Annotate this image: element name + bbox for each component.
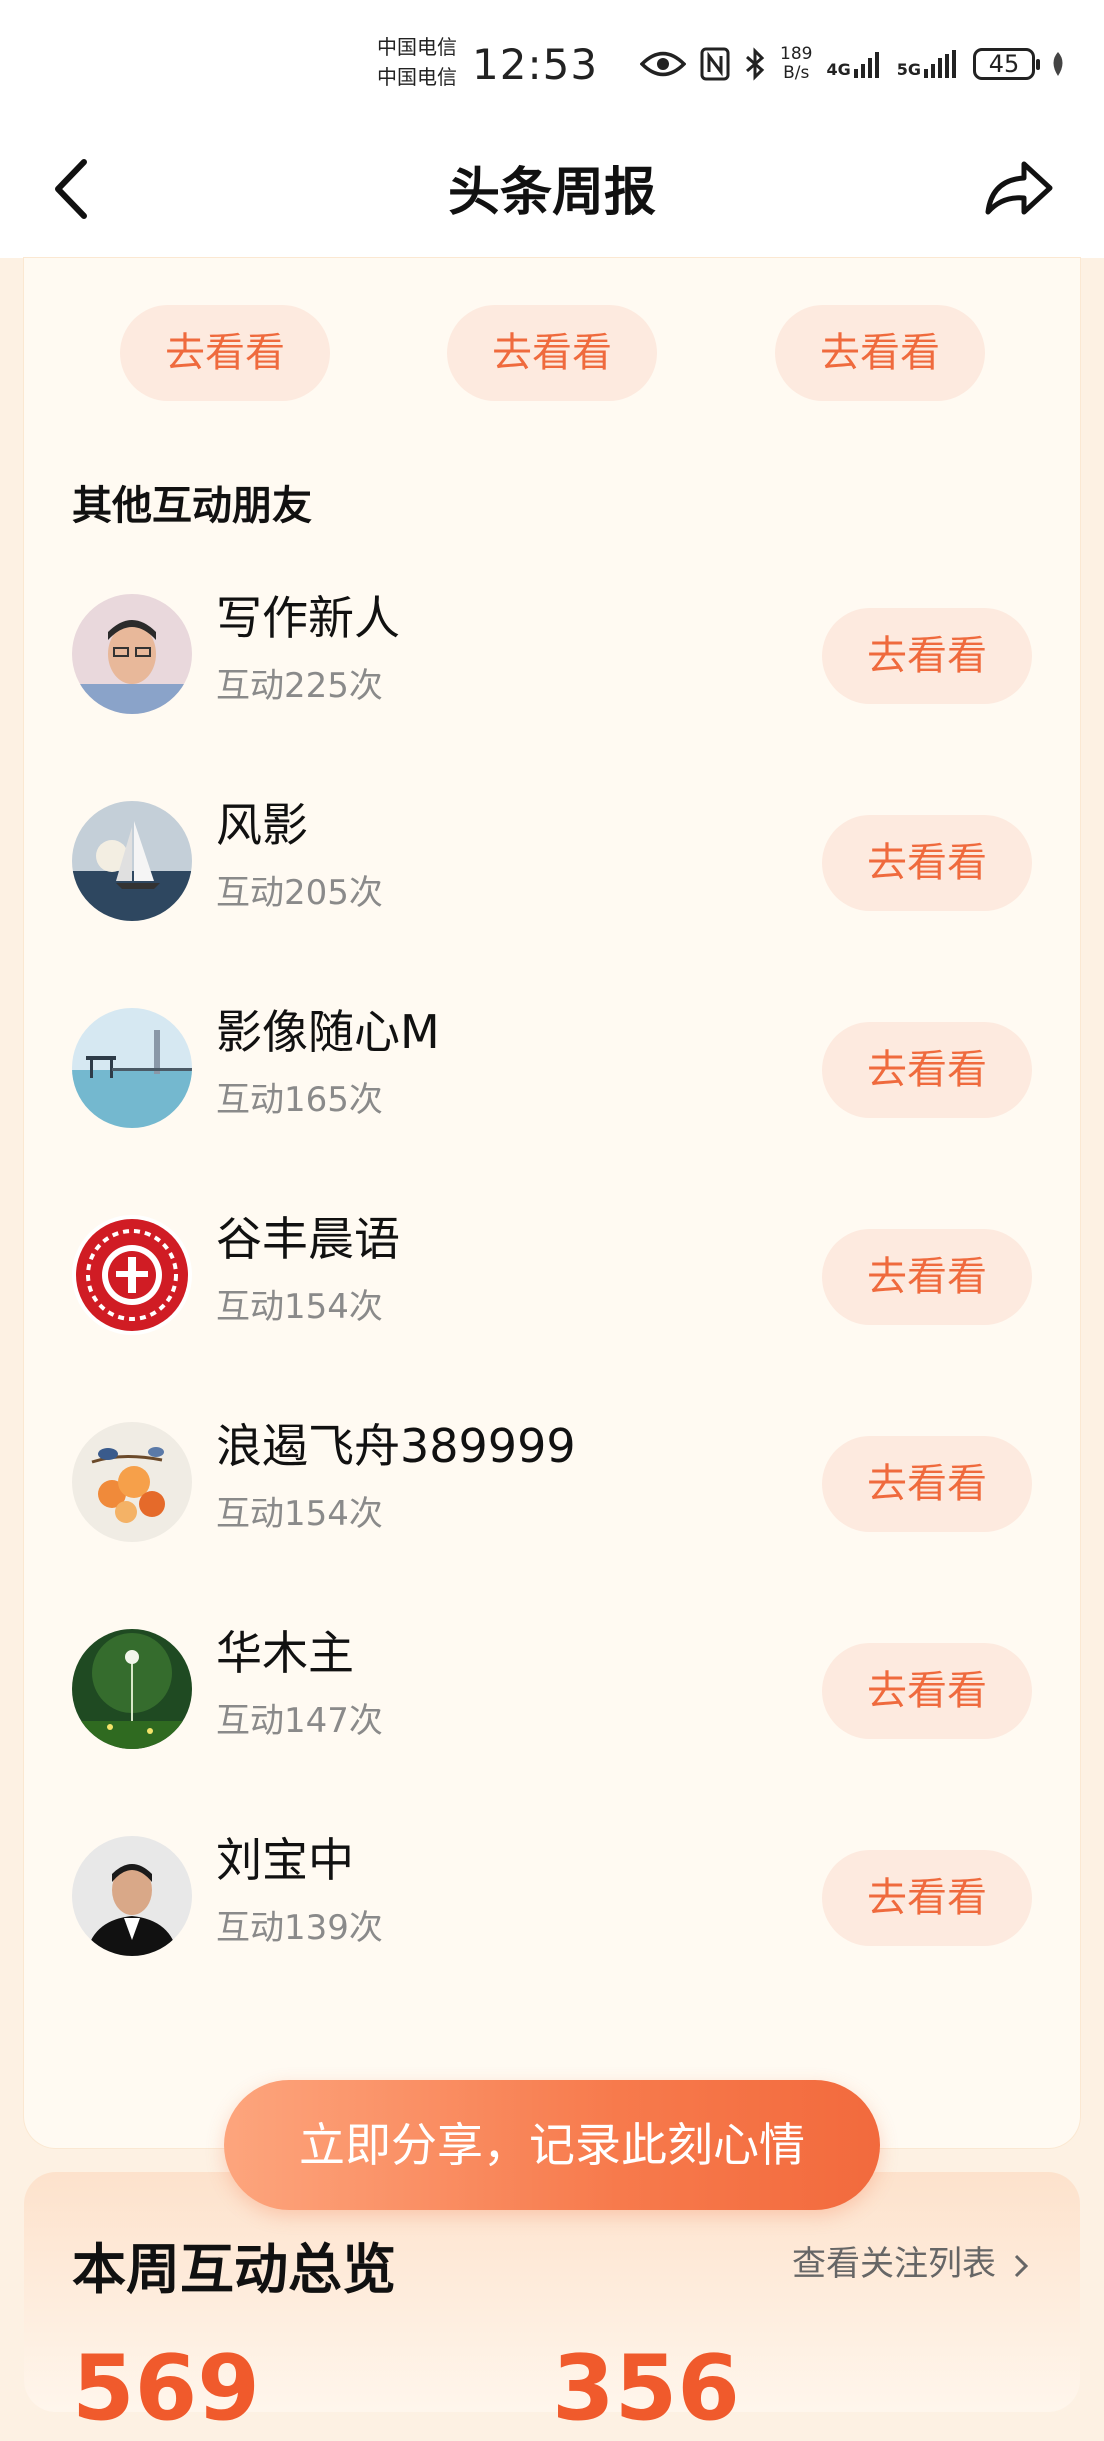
carrier-labels: 中国电信 中国电信 xyxy=(377,32,457,92)
avatar[interactable] xyxy=(72,1629,192,1749)
chevron-right-icon xyxy=(1014,2254,1028,2277)
friend-name: 浪遏飞舟389999 xyxy=(216,1419,576,1473)
view-button[interactable]: 去看看 xyxy=(822,1643,1032,1739)
friend-name: 华木主 xyxy=(216,1626,354,1680)
battery-indicator: 45 xyxy=(972,48,1040,80)
view-button[interactable]: 去看看 xyxy=(822,1022,1032,1118)
carrier-2: 中国电信 xyxy=(377,65,457,89)
stat-number-2: 356 xyxy=(552,2336,740,2441)
status-bar: 中国电信 中国电信 12:53 189 B/s 4G 5G 45 xyxy=(0,0,1104,130)
signal-bars-icon xyxy=(853,52,879,78)
follow-link-label: 查看关注列表 xyxy=(792,2244,996,2284)
avatar[interactable] xyxy=(72,1215,192,1335)
net-speed: 189 B/s xyxy=(780,44,813,83)
status-icons: 189 B/s 4G 5G 45 xyxy=(640,44,1067,84)
view-button[interactable]: 去看看 xyxy=(822,815,1032,911)
friend-row[interactable]: 写作新人 互动225次 去看看 xyxy=(0,591,1104,734)
follow-list-link[interactable]: 查看关注列表 xyxy=(792,2236,1029,2285)
friend-row[interactable]: 浪遏飞舟389999 互动154次 去看看 xyxy=(0,1419,1104,1562)
friend-row[interactable]: 刘宝中 互动139次 去看看 xyxy=(0,1833,1104,1976)
share-now-button[interactable]: 立即分享，记录此刻心情 xyxy=(224,2080,880,2210)
carrier-1: 中国电信 xyxy=(377,35,457,59)
interaction-count: 互动205次 xyxy=(216,873,383,913)
stat-number-1: 569 xyxy=(72,2336,260,2441)
page-title: 头条周报 xyxy=(447,163,656,223)
clock: 12:53 xyxy=(472,40,599,89)
view-button[interactable]: 去看看 xyxy=(822,1436,1032,1532)
friend-name: 写作新人 xyxy=(216,591,400,645)
view-button[interactable]: 去看看 xyxy=(822,1229,1032,1325)
nav-bar: 头条周报 xyxy=(0,130,1104,258)
eye-icon xyxy=(640,51,686,77)
view-button[interactable]: 去看看 xyxy=(822,1850,1032,1946)
friend-name: 刘宝中 xyxy=(216,1833,354,1887)
interaction-count: 互动139次 xyxy=(216,1908,383,1948)
interaction-count: 互动225次 xyxy=(216,666,383,706)
friend-row[interactable]: 影像随心M 互动165次 去看看 xyxy=(0,1005,1104,1148)
avatar[interactable] xyxy=(72,1836,192,1956)
avatar[interactable] xyxy=(72,1422,192,1542)
share-icon[interactable] xyxy=(980,150,1056,226)
interaction-count: 互动154次 xyxy=(216,1494,383,1534)
interaction-count: 互动165次 xyxy=(216,1080,383,1120)
friend-row[interactable]: 风影 互动205次 去看看 xyxy=(0,798,1104,941)
bluetooth-icon xyxy=(746,47,765,81)
signal-4g: 4G xyxy=(826,49,882,79)
top-view-button-1[interactable]: 去看看 xyxy=(120,305,330,401)
interaction-count: 互动147次 xyxy=(216,1701,383,1741)
avatar[interactable] xyxy=(72,594,192,714)
friend-name: 风影 xyxy=(216,798,308,852)
top-view-button-3[interactable]: 去看看 xyxy=(775,305,985,401)
friend-name: 影像随心M xyxy=(216,1005,440,1059)
view-button[interactable]: 去看看 xyxy=(822,608,1032,704)
friend-row[interactable]: 华木主 互动147次 去看看 xyxy=(0,1626,1104,1769)
top-view-button-2[interactable]: 去看看 xyxy=(447,305,657,401)
nfc-icon xyxy=(700,47,730,81)
signal-5g: 5G xyxy=(897,49,959,79)
section-title: 其他互动朋友 xyxy=(72,483,312,529)
avatar[interactable] xyxy=(72,1008,192,1128)
interaction-count: 互动154次 xyxy=(216,1287,383,1327)
friend-name: 谷丰晨语 xyxy=(216,1212,400,1266)
signal-bars-icon xyxy=(923,50,956,78)
avatar[interactable] xyxy=(72,801,192,921)
friend-row[interactable]: 谷丰晨语 互动154次 去看看 xyxy=(0,1212,1104,1355)
overview-title: 本周互动总览 xyxy=(72,2238,396,2301)
leaf-icon xyxy=(1053,52,1063,76)
